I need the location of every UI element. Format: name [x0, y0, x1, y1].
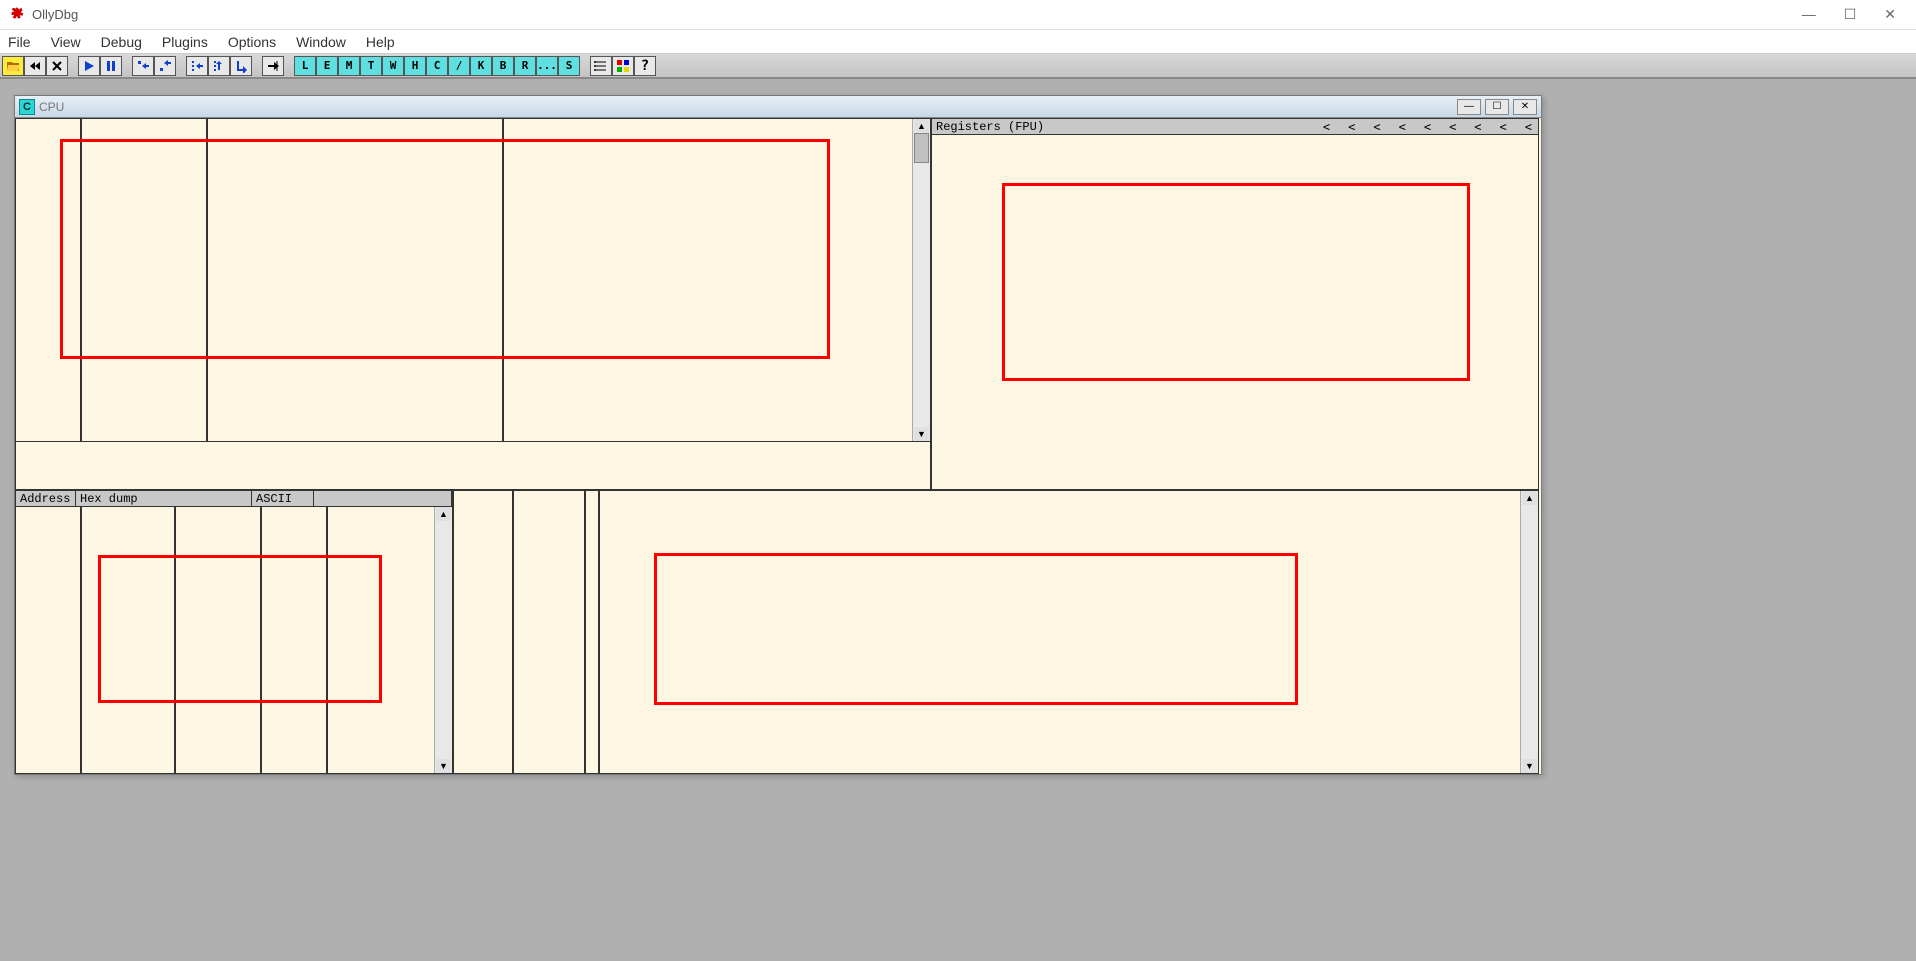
dump-col-spacer [314, 491, 452, 506]
dump-col-hex[interactable]: Hex dump [76, 491, 252, 506]
child-minimize-button[interactable]: — [1457, 99, 1481, 115]
memory-map-button[interactable]: M [338, 56, 360, 76]
chevron-left-icon[interactable]: < [1525, 120, 1532, 134]
dump-scrollbar[interactable]: ▲ ▼ [434, 507, 452, 773]
scroll-up-icon[interactable]: ▲ [914, 119, 929, 133]
log-window-button[interactable]: L [294, 56, 316, 76]
references-button[interactable]: R [514, 56, 536, 76]
call-stack-button[interactable]: K [470, 56, 492, 76]
chevron-left-icon[interactable]: < [1474, 120, 1481, 134]
info-pane [15, 442, 931, 490]
menu-bar: File View Debug Plugins Options Window H… [0, 30, 1916, 54]
cpu-icon: C [19, 99, 35, 115]
goto-button[interactable] [262, 56, 284, 76]
menu-debug[interactable]: Debug [101, 34, 142, 50]
registers-header-label: Registers (FPU) [936, 120, 1044, 134]
dump-col-address[interactable]: Address [16, 491, 76, 506]
scroll-up-icon[interactable]: ▲ [436, 507, 451, 521]
highlight-box [60, 139, 830, 359]
executable-modules-button[interactable]: E [316, 56, 338, 76]
step-into-button[interactable] [132, 56, 154, 76]
breakpoints-button[interactable]: B [492, 56, 514, 76]
title-bar: OllyDbg — ☐ ✕ [0, 0, 1916, 30]
minimize-button[interactable]: — [1802, 6, 1816, 23]
register-chevrons: < < < < < < < < < [1323, 119, 1536, 134]
patches-button[interactable]: / [448, 56, 470, 76]
registers-pane[interactable]: Registers (FPU) < < < < < < < < < [931, 118, 1539, 490]
pause-button[interactable] [100, 56, 122, 76]
threads-button[interactable]: T [360, 56, 382, 76]
chevron-left-icon[interactable]: < [1399, 120, 1406, 134]
trace-into-button[interactable] [186, 56, 208, 76]
maximize-button[interactable]: ☐ [1844, 6, 1857, 23]
window-controls: — ☐ ✕ [1802, 6, 1908, 23]
app-icon [8, 6, 26, 24]
scroll-up-icon[interactable]: ▲ [1522, 491, 1537, 505]
column-divider [598, 491, 600, 773]
app-title: OllyDbg [32, 7, 78, 22]
column-divider [584, 491, 586, 773]
disassembly-pane[interactable]: ▲ ▼ [15, 118, 931, 442]
dump-pane[interactable]: Address Hex dump ASCII ▲ ▼ [15, 490, 453, 774]
highlight-box [1002, 183, 1470, 381]
mdi-client: C CPU — ☐ ✕ ▲ ▼ [0, 78, 1916, 961]
highlight-box [654, 553, 1298, 705]
highlight-box [98, 555, 382, 703]
scroll-down-icon[interactable]: ▼ [436, 759, 451, 773]
menu-plugins[interactable]: Plugins [162, 34, 208, 50]
menu-help[interactable]: Help [366, 34, 395, 50]
chevron-left-icon[interactable]: < [1500, 120, 1507, 134]
menu-file[interactable]: File [8, 34, 31, 50]
scroll-down-icon[interactable]: ▼ [914, 427, 929, 441]
menu-view[interactable]: View [51, 34, 81, 50]
cpu-window-title: CPU [39, 100, 64, 114]
source-button[interactable]: S [558, 56, 580, 76]
execute-till-return-button[interactable] [230, 56, 252, 76]
menu-window[interactable]: Window [296, 34, 346, 50]
toolbar: L E M T W H C / K B R ... S ? [0, 54, 1916, 78]
appearance-button[interactable] [612, 56, 634, 76]
menu-options[interactable]: Options [228, 34, 276, 50]
child-close-button[interactable]: ✕ [1513, 99, 1537, 115]
run-trace-button[interactable]: ... [536, 56, 558, 76]
cpu-button[interactable]: C [426, 56, 448, 76]
help-button[interactable]: ? [634, 56, 656, 76]
scroll-thumb[interactable] [914, 133, 929, 163]
close-file-button[interactable] [46, 56, 68, 76]
registers-header[interactable]: Registers (FPU) < < < < < < < < < [932, 119, 1538, 135]
stack-pane[interactable]: ▲ ▼ [453, 490, 1539, 774]
scroll-down-icon[interactable]: ▼ [1522, 759, 1537, 773]
step-over-button[interactable] [154, 56, 176, 76]
handles-button[interactable]: H [404, 56, 426, 76]
chevron-left-icon[interactable]: < [1449, 120, 1456, 134]
cpu-titlebar[interactable]: C CPU — ☐ ✕ [15, 96, 1541, 118]
stack-scrollbar[interactable]: ▲ ▼ [1520, 491, 1538, 773]
column-divider [512, 491, 514, 773]
child-maximize-button[interactable]: ☐ [1485, 99, 1509, 115]
chevron-left-icon[interactable]: < [1373, 120, 1380, 134]
windows-button[interactable]: W [382, 56, 404, 76]
column-divider [80, 507, 82, 773]
dump-header[interactable]: Address Hex dump ASCII [16, 491, 452, 507]
chevron-left-icon[interactable]: < [1348, 120, 1355, 134]
options-button[interactable] [590, 56, 612, 76]
close-button[interactable]: ✕ [1884, 6, 1896, 23]
rewind-button[interactable] [24, 56, 46, 76]
disasm-scrollbar[interactable]: ▲ ▼ [912, 119, 930, 441]
run-button[interactable] [78, 56, 100, 76]
chevron-left-icon[interactable]: < [1424, 120, 1431, 134]
chevron-left-icon[interactable]: < [1323, 120, 1330, 134]
open-button[interactable] [2, 56, 24, 76]
trace-over-button[interactable] [208, 56, 230, 76]
dump-col-ascii[interactable]: ASCII [252, 491, 314, 506]
cpu-window: C CPU — ☐ ✕ ▲ ▼ [14, 95, 1542, 775]
